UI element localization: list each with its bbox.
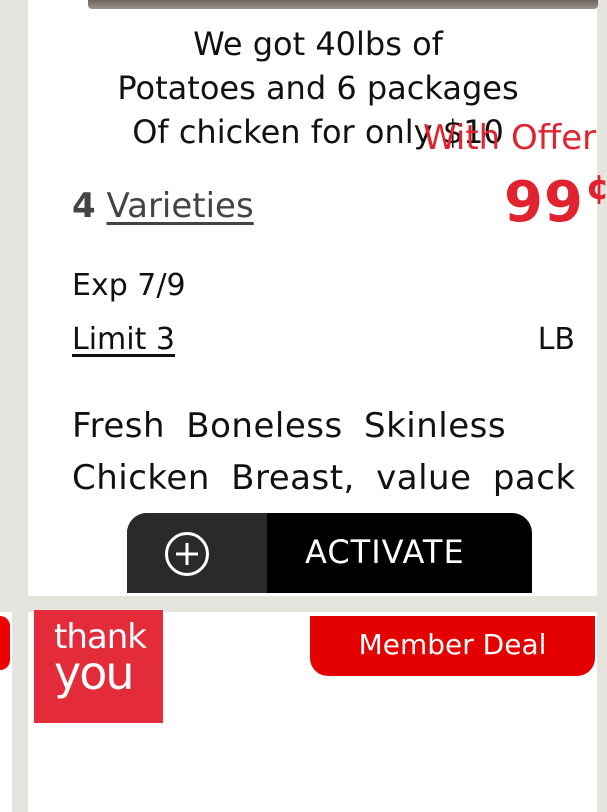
thank-you-ribbon: thank you [34, 610, 163, 723]
caption-line-1: We got 40lbs of [193, 25, 443, 63]
product-name: Fresh Boneless Skinless Chicken Breast, … [72, 406, 576, 498]
coupon-screen: We got 40lbs of Potatoes and 6 packages … [0, 0, 607, 812]
coupon-card[interactable]: We got 40lbs of Potatoes and 6 packages … [28, 0, 607, 596]
previous-card-badge-edge [0, 616, 10, 670]
ribbon-line-2: you [54, 646, 135, 700]
limit-link[interactable]: Limit 3 [72, 322, 175, 357]
member-deal-badge: Member Deal [310, 616, 595, 676]
caption-line-2: Potatoes and 6 packages [117, 69, 519, 107]
activate-button[interactable]: ACTIVATE [127, 513, 532, 593]
product-image-edge [88, 0, 598, 9]
varieties-count: 4 [72, 186, 96, 226]
price-value: 99 [504, 170, 584, 235]
expiry-date: Exp 7/9 [72, 268, 186, 303]
activate-label: ACTIVATE [305, 533, 465, 571]
plus-circle-icon [165, 532, 209, 576]
price: 99¢ [504, 168, 607, 235]
varieties-link[interactable]: Varieties [106, 186, 253, 226]
cent-sign: ¢ [585, 168, 607, 208]
varieties: 4 Varieties [72, 186, 254, 226]
with-offer-label: With Offer [423, 118, 597, 158]
unit-label: LB [537, 322, 575, 357]
chevron-divider [245, 513, 267, 593]
